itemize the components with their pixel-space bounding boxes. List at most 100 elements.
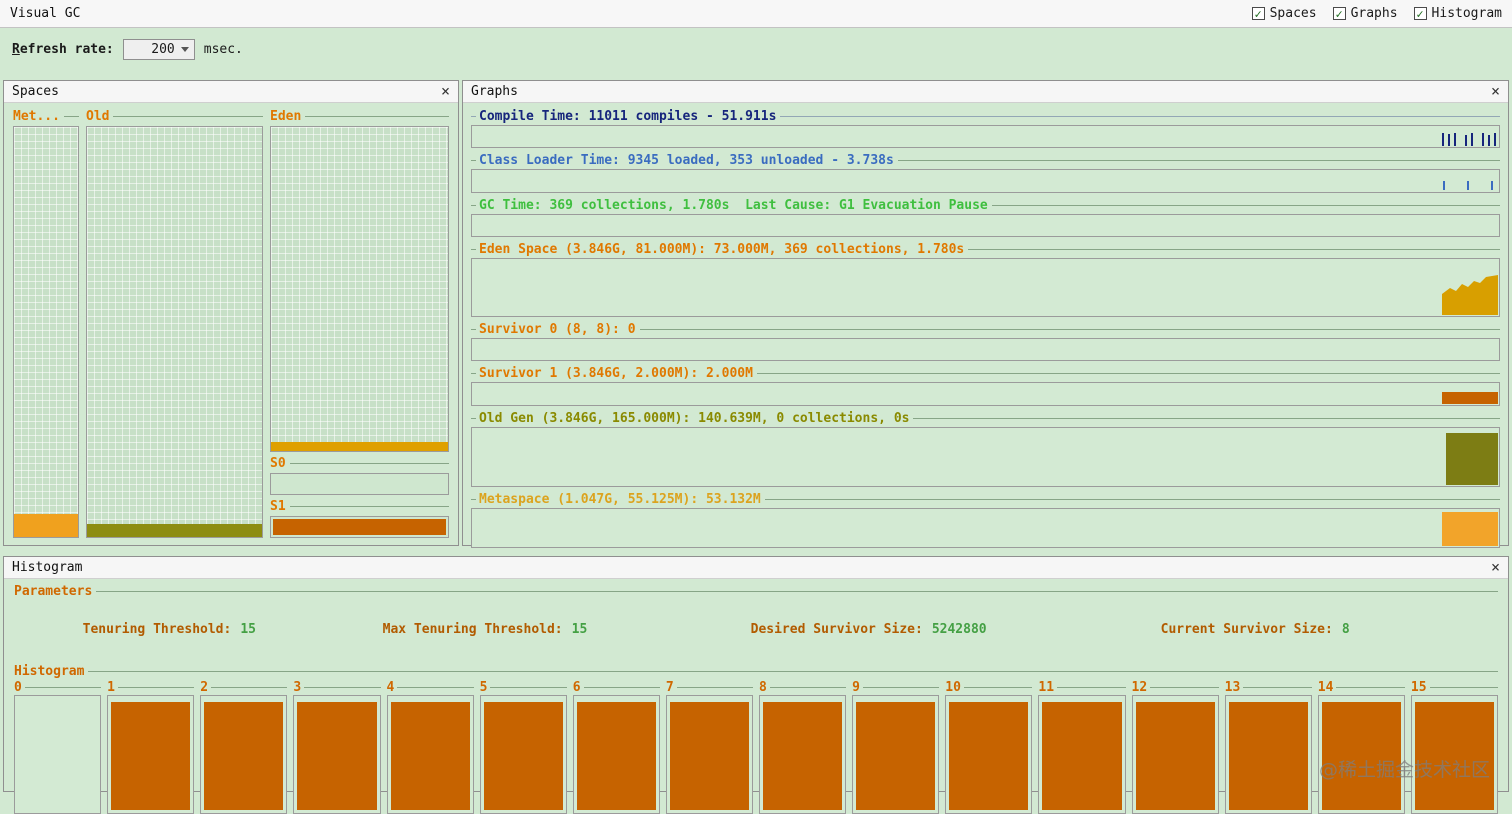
parameters-row: Tenuring Threshold: 15 Max Tenuring Thres… <box>14 599 1498 663</box>
histogram-bin-box <box>107 695 195 814</box>
class-loader-label: Class Loader Time: 9345 loaded, 353 unlo… <box>479 153 894 168</box>
old-column: Old <box>86 108 263 538</box>
s1-usage-box <box>270 516 449 538</box>
close-icon[interactable]: × <box>1491 560 1500 575</box>
histogram-bin-fill <box>204 702 284 810</box>
survivor-0-graph <box>471 338 1500 361</box>
histogram-group-label: Histogram <box>14 663 85 679</box>
s1-header: S1 <box>270 498 449 514</box>
histogram-bin-header: 8 <box>759 680 847 695</box>
compile-activity-spikes-icon <box>1442 133 1496 146</box>
histogram-bin: 15 <box>1410 680 1498 814</box>
histogram-bin-fill <box>111 702 191 810</box>
histogram-bin-header: 6 <box>573 680 660 695</box>
histogram-bin-label: 12 <box>1131 680 1148 695</box>
dropdown-arrow-icon <box>180 46 189 52</box>
checkbox-spaces[interactable]: ✓ Spaces <box>1251 6 1317 21</box>
histogram-bin-box <box>665 695 753 814</box>
metaspace-title: Metaspace (1.047G, 55.125M): 53.132M <box>471 491 1500 508</box>
s0-header: S0 <box>270 455 449 471</box>
compile-time-title: Compile Time: 11011 compiles - 51.911s <box>471 108 1500 125</box>
refresh-rate-label: Refresh rate: <box>12 41 114 57</box>
histogram-bin-fill <box>576 702 656 810</box>
histogram-bin-box <box>386 695 474 814</box>
graph-row-eden-space: Eden Space (3.846G, 81.000M): 73.000M, 3… <box>471 241 1500 321</box>
checkbox-histogram[interactable]: ✓ Histogram <box>1413 6 1502 21</box>
compile-time-graph <box>471 125 1500 148</box>
histogram-content: Parameters Tenuring Threshold: 15 Max Ten… <box>4 579 1508 814</box>
param-desired-survivor-size: Desired Survivor Size: 5242880 <box>750 622 987 637</box>
checkbox-graphs[interactable]: ✓ Graphs <box>1332 6 1398 21</box>
old-usage-box <box>86 126 263 538</box>
histogram-bin-box <box>293 695 381 814</box>
graphs-panel: Graphs × Compile Time: 11011 compiles - … <box>462 80 1509 548</box>
histogram-bin: 7 <box>665 680 753 814</box>
metaspace-usage-fill <box>14 514 78 537</box>
s0-usage-box <box>270 473 449 495</box>
histogram-bin-fill <box>763 702 843 810</box>
histogram-panel: Histogram × Parameters Tenuring Threshol… <box>3 556 1509 814</box>
graphs-content: Compile Time: 11011 compiles - 51.911s C… <box>463 103 1508 548</box>
checkbox-checked-icon: ✓ <box>1332 7 1346 20</box>
metaspace-column-header: Met... <box>13 108 79 124</box>
histogram-bin: 11 <box>1038 680 1126 814</box>
checkbox-checked-icon: ✓ <box>1413 7 1427 20</box>
graph-row-class-loader: Class Loader Time: 9345 loaded, 353 unlo… <box>471 152 1500 197</box>
old-gen-usage-bar <box>1446 433 1498 485</box>
histogram-bin-box <box>852 695 940 814</box>
spaces-panel-title: Spaces <box>12 84 59 99</box>
histogram-bin-fill <box>949 702 1029 810</box>
checkbox-graphs-label: Graphs <box>1350 6 1398 21</box>
metaspace-usage-bar <box>1442 512 1498 546</box>
checkbox-spaces-label: Spaces <box>1269 6 1317 21</box>
histogram-bin-label: 15 <box>1410 680 1427 695</box>
histogram-bin-box <box>1224 695 1312 814</box>
histogram-bin-fill <box>483 702 563 810</box>
class-loader-ticks-icon <box>1443 181 1493 190</box>
close-icon[interactable]: × <box>441 84 450 99</box>
eden-space-graph <box>471 258 1500 317</box>
gc-time-title: GC Time: 369 collections, 1.780s Last Ca… <box>471 197 1500 214</box>
histogram-bin: 8 <box>759 680 847 814</box>
histogram-bin-box <box>1038 695 1126 814</box>
histogram-bin: 6 <box>572 680 660 814</box>
app-titlebar: Visual GC ✓ Spaces ✓ Graphs ✓ Histogram <box>0 0 1512 28</box>
histogram-bin-label: 10 <box>945 680 961 695</box>
histogram-bin-label: 6 <box>572 680 581 695</box>
histogram-bin-header: 3 <box>293 680 381 695</box>
param-max-tenuring-threshold: Max Tenuring Threshold: 15 <box>382 622 588 637</box>
histogram-panel-titlebar: Histogram × <box>4 557 1508 579</box>
histogram-bin-header: 10 <box>945 680 1033 695</box>
histogram-bin-box <box>200 695 288 814</box>
histogram-bin: 10 <box>945 680 1033 814</box>
histogram-bin-label: 14 <box>1317 680 1334 695</box>
histogram-bin-header: 9 <box>852 680 940 695</box>
old-usage-fill <box>87 524 262 537</box>
histogram-panel-title: Histogram <box>12 560 83 575</box>
graphs-panel-title: Graphs <box>471 84 518 99</box>
param-current-survivor-size: Current Survivor Size: 8 <box>1160 622 1350 637</box>
gc-time-label: GC Time: 369 collections, 1.780s Last Ca… <box>479 198 988 213</box>
s1-label: S1 <box>270 498 286 514</box>
old-column-header: Old <box>86 108 263 124</box>
histogram-bin-box <box>945 695 1033 814</box>
close-icon[interactable]: × <box>1491 84 1500 99</box>
graph-row-old-gen: Old Gen (3.846G, 165.000M): 140.639M, 0 … <box>471 410 1500 491</box>
eden-space-title: Eden Space (3.846G, 81.000M): 73.000M, 3… <box>471 241 1500 258</box>
histogram-group-header: Histogram <box>14 663 1498 679</box>
old-column-label: Old <box>86 108 110 124</box>
histogram-bin-header: 15 <box>1411 680 1498 695</box>
eden-column: Eden S0 S1 <box>270 108 449 538</box>
graph-row-survivor-1: Survivor 1 (3.846G, 2.000M): 2.000M <box>471 365 1500 410</box>
refresh-rate-select[interactable]: 200 <box>122 38 195 60</box>
histogram-bin: 12 <box>1131 680 1219 814</box>
eden-space-label: Eden Space (3.846G, 81.000M): 73.000M, 3… <box>479 242 965 257</box>
parameters-group-header: Parameters <box>14 583 1498 599</box>
graphs-panel-titlebar: Graphs × <box>463 81 1508 103</box>
histogram-bin-header: 12 <box>1132 680 1219 695</box>
metaspace-usage-box <box>13 126 79 538</box>
app-title: Visual GC <box>10 6 81 21</box>
histogram-bin-header: 11 <box>1038 680 1126 695</box>
class-loader-title: Class Loader Time: 9345 loaded, 353 unlo… <box>471 152 1500 169</box>
refresh-rate-value: 200 <box>151 41 175 57</box>
